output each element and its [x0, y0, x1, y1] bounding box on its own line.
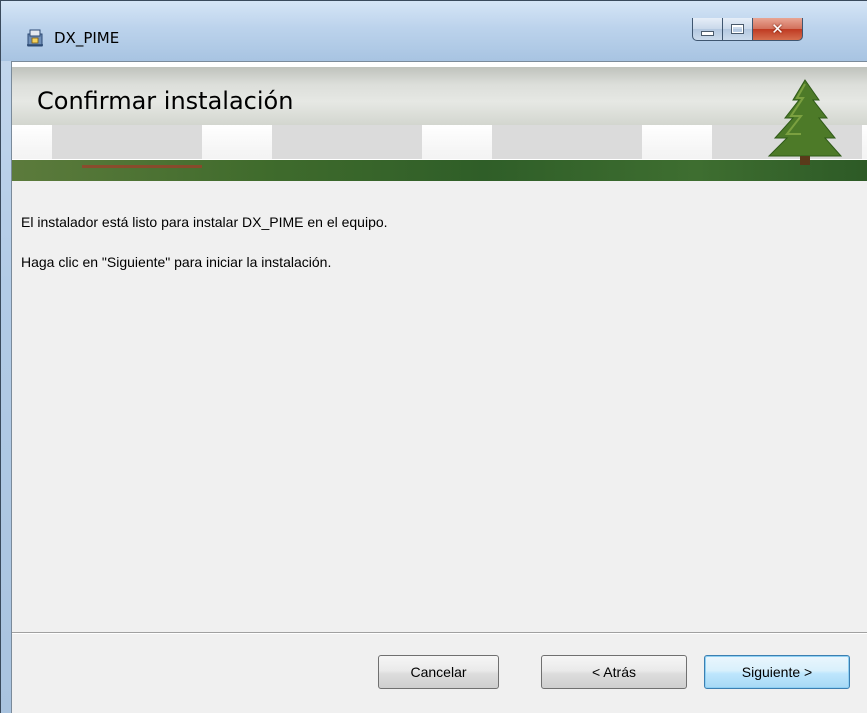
installer-window: DX_PIME ✕ Confirmar instalación El insta… — [0, 0, 867, 713]
banner-green-strip — [12, 160, 867, 181]
ready-message: El instalador está listo para instalar D… — [21, 214, 388, 230]
close-icon: ✕ — [771, 20, 784, 38]
caption-buttons: ✕ — [692, 18, 867, 41]
header-banner: Confirmar instalación — [12, 62, 867, 181]
minimize-icon — [701, 30, 714, 36]
dialog-client-area: Confirmar instalación El instalador está… — [11, 61, 867, 713]
pine-tree-icon — [767, 79, 843, 165]
page-title: Confirmar instalación — [37, 87, 294, 115]
minimize-button[interactable] — [692, 18, 723, 41]
close-button[interactable]: ✕ — [752, 18, 803, 41]
installer-package-icon — [27, 29, 43, 47]
maximize-button[interactable] — [722, 18, 753, 41]
maximize-icon — [731, 24, 744, 34]
back-button[interactable]: < Atrás — [541, 655, 687, 689]
banner-decorative-lines — [12, 125, 867, 159]
cancel-button[interactable]: Cancelar — [378, 655, 499, 689]
window-title: DX_PIME — [54, 29, 120, 47]
next-button[interactable]: Siguiente > — [704, 655, 850, 689]
title-bar[interactable]: DX_PIME ✕ — [1, 1, 867, 61]
instruction-message: Haga clic en "Siguiente" para iniciar la… — [21, 254, 332, 270]
footer-separator — [12, 632, 867, 634]
